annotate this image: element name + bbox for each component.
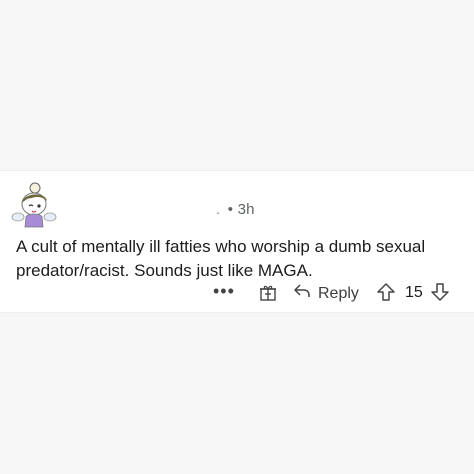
downvote-button[interactable] [430, 282, 450, 307]
award-button[interactable] [258, 282, 278, 307]
comment-text: A cult of mentally ill fatties who worsh… [16, 237, 426, 280]
downvote-arrow-icon [430, 282, 450, 307]
reply-label: Reply [318, 284, 359, 302]
gift-icon [258, 282, 278, 307]
reply-arrow-icon [292, 281, 312, 306]
comment-timestamp: • 3h [227, 201, 255, 218]
comment-actions: ••• Reply 15 [200, 279, 470, 307]
page: . • 3h A cult of mentally ill fatties wh… [0, 0, 474, 474]
comment-card: . • 3h A cult of mentally ill fatties wh… [0, 171, 474, 312]
more-options-button[interactable]: ••• [213, 281, 235, 302]
upvote-arrow-icon [376, 282, 396, 307]
meta-separator: . [216, 201, 225, 218]
upvote-button[interactable] [376, 282, 396, 307]
vote-score: 15 [405, 284, 423, 301]
comment-header: . • 3h [8, 179, 468, 229]
avatar-icon[interactable] [8, 179, 60, 231]
more-options-label: ••• [213, 281, 235, 301]
reply-button[interactable]: Reply [292, 281, 359, 306]
comment-meta: . • 3h [216, 201, 255, 218]
